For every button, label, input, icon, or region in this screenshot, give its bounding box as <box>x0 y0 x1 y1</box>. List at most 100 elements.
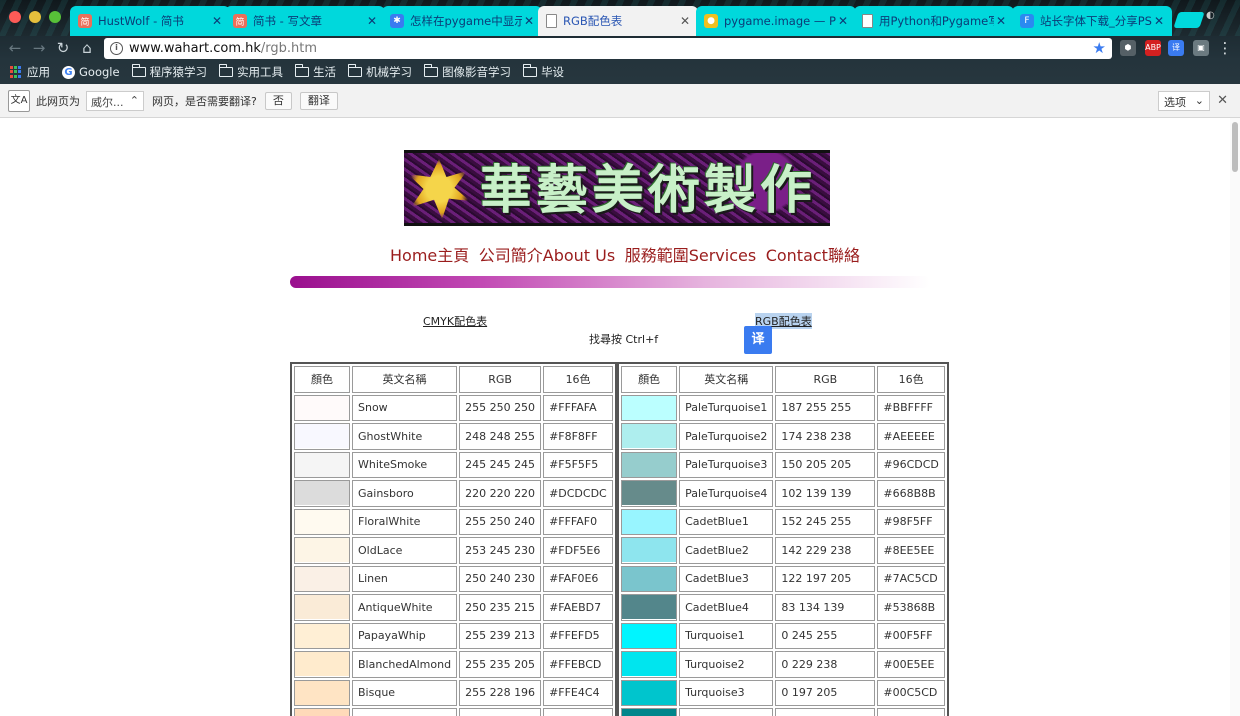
bookmark-star-icon[interactable]: ★ <box>1093 39 1106 57</box>
reload-icon[interactable]: ↻ <box>54 39 72 57</box>
zoom-window-button[interactable] <box>49 11 61 23</box>
page-icon <box>862 14 873 28</box>
color-hex-cell: #FAEBD7 <box>543 594 614 621</box>
bookmark-label: 生活 <box>313 65 337 79</box>
minimize-window-button[interactable] <box>29 11 41 23</box>
tab-close-icon[interactable]: ✕ <box>678 14 692 28</box>
color-swatch <box>295 509 349 534</box>
color-name-cell: PaleTurquoise4 <box>679 480 774 507</box>
nav-link-0[interactable]: Home主頁 <box>390 242 469 266</box>
translate-prefix: 此网页为 <box>36 94 80 108</box>
nav-link-1[interactable]: 公司簡介About Us <box>479 242 615 266</box>
color-rgb-cell: 250 240 230 <box>459 565 542 592</box>
page-icon <box>546 14 557 28</box>
info-icon[interactable]: i <box>110 42 123 55</box>
column-header: RGB <box>459 366 542 393</box>
jianshu-icon: 简 <box>78 14 92 28</box>
color-rgb-cell: 122 197 205 <box>775 565 876 592</box>
table-row: Turquoise2 0 229 238 #00E5EE <box>621 651 945 678</box>
bookmark-label: 实用工具 <box>237 65 284 79</box>
tab-title: 怎样在pygame中显示... <box>410 14 522 28</box>
tab-title: pygame.image — Pyg... <box>724 14 836 28</box>
tab-close-icon[interactable]: ✕ <box>365 14 379 28</box>
no-translate-button[interactable]: 否 <box>264 91 292 110</box>
ext-puzzle-icon[interactable]: ⬢ <box>1120 40 1136 56</box>
forward-arrow-icon[interactable]: → <box>30 39 48 57</box>
translate-popup-button[interactable]: 译 <box>744 326 772 354</box>
color-swatch <box>622 452 677 477</box>
tab-close-icon[interactable]: ✕ <box>1152 14 1166 28</box>
column-header: 16色 <box>877 366 945 393</box>
cmyk-table-link[interactable]: CMYK配色表 <box>423 313 487 329</box>
color-name-cell: Gainsboro <box>352 480 458 507</box>
close-icon[interactable]: ✕ <box>1217 93 1228 108</box>
nav-link-2[interactable]: 服務範圍Services <box>625 242 756 266</box>
window-icon[interactable]: ▣ <box>1193 40 1209 56</box>
source-language-select[interactable]: 威尔... ⌃ <box>86 90 144 111</box>
address-bar[interactable]: i www.wahart.com.hk/rgb.htm ★ <box>104 38 1112 59</box>
nav-link-3[interactable]: Contact聯絡 <box>766 242 860 266</box>
tab-0[interactable]: 简 HustWolf - 简书 ✕ <box>70 6 230 36</box>
puzzle-icon: ✱ <box>390 14 404 28</box>
table-row: PapayaWhip 255 239 213 #FFEFD5 <box>294 622 614 649</box>
tab-3[interactable]: RGB配色表 ✕ <box>538 6 698 36</box>
color-name-cell: GhostWhite <box>352 423 458 450</box>
bookmark-folder[interactable]: 程序猿学习 <box>131 64 207 80</box>
bookmark-folder[interactable]: 生活 <box>295 64 336 80</box>
color-hex-cell: #668B8B <box>877 480 945 507</box>
color-swatch <box>295 652 349 677</box>
page-scrollbar[interactable] <box>1230 118 1240 716</box>
tab-close-icon[interactable]: ✕ <box>994 14 1008 28</box>
bookmark-folder[interactable]: 实用工具 <box>219 64 283 80</box>
tab-4[interactable]: ● pygame.image — Pyg...✕ <box>696 6 856 36</box>
color-swatch <box>295 709 349 716</box>
tab-close-icon[interactable]: ✕ <box>836 14 850 28</box>
translate-ext-icon[interactable]: 译 <box>1168 40 1184 56</box>
color-name-cell: PaleTurquoise1 <box>679 394 774 421</box>
color-swatch-cell <box>621 651 678 678</box>
bookmark-apps[interactable]: 应用 <box>10 64 50 80</box>
color-swatch <box>622 623 677 648</box>
color-name-cell: Bisque <box>352 679 458 706</box>
tab-title: 用Python和Pygame写... <box>879 14 994 28</box>
bookmark-google[interactable]: G Google <box>62 65 120 79</box>
color-swatch <box>622 538 677 563</box>
color-hex-cell: #F8F8FF <box>543 423 614 450</box>
adblock-icon[interactable]: ABP <box>1145 40 1161 56</box>
close-window-button[interactable] <box>9 11 21 23</box>
tab-close-icon[interactable]: ✕ <box>522 14 536 28</box>
folder-icon <box>219 64 234 77</box>
bookmark-folder[interactable]: 毕设 <box>523 64 564 80</box>
home-icon[interactable]: ⌂ <box>78 39 96 57</box>
color-hex-cell <box>543 708 614 716</box>
color-hex-cell <box>877 708 945 716</box>
tab-close-icon[interactable]: ✕ <box>210 14 224 28</box>
options-select[interactable]: 选项 ⌄ <box>1158 91 1210 111</box>
color-swatch <box>295 680 349 705</box>
color-name-cell: WhiteSmoke <box>352 451 458 478</box>
tab-title: 简书 - 写文章 <box>253 14 322 28</box>
color-hex-cell: #F5F5F5 <box>543 451 614 478</box>
table-row: PaleTurquoise1 187 255 255 #BBFFFF <box>621 394 945 421</box>
scrollbar-thumb[interactable] <box>1232 122 1238 172</box>
profile-icon[interactable]: ◐ <box>1206 10 1215 21</box>
bookmark-folder[interactable]: 图像影音学习 <box>424 64 511 80</box>
tab-1[interactable]: 简简书 - 写文章 ✕ <box>225 6 385 36</box>
tab-6[interactable]: F 站长字体下载_分享PS... ✕ <box>1012 6 1172 36</box>
tab-2[interactable]: ✱ 怎样在pygame中显示...✕ <box>382 6 542 36</box>
folder-icon <box>523 64 538 77</box>
bookmark-folder[interactable]: 机械学习 <box>348 64 412 80</box>
color-swatch <box>295 424 349 449</box>
translate-button[interactable]: 翻译 <box>299 91 338 110</box>
menu-kebab-icon[interactable]: ⋮ <box>1216 39 1234 57</box>
table-row: PaleTurquoise3 150 205 205 #96CDCD <box>621 451 945 478</box>
new-tab-button[interactable] <box>1173 12 1205 28</box>
back-arrow-icon[interactable]: ← <box>6 39 24 57</box>
bookmark-label: 机械学习 <box>366 65 413 79</box>
tab-5[interactable]: 用Python和Pygame写...✕ <box>854 6 1014 36</box>
color-swatch <box>622 424 677 449</box>
table-row: OldLace 253 245 230 #FDF5E6 <box>294 537 614 564</box>
color-swatch-cell <box>621 394 678 421</box>
color-swatch-cell <box>294 394 350 421</box>
color-name-cell: PaleTurquoise3 <box>679 451 774 478</box>
